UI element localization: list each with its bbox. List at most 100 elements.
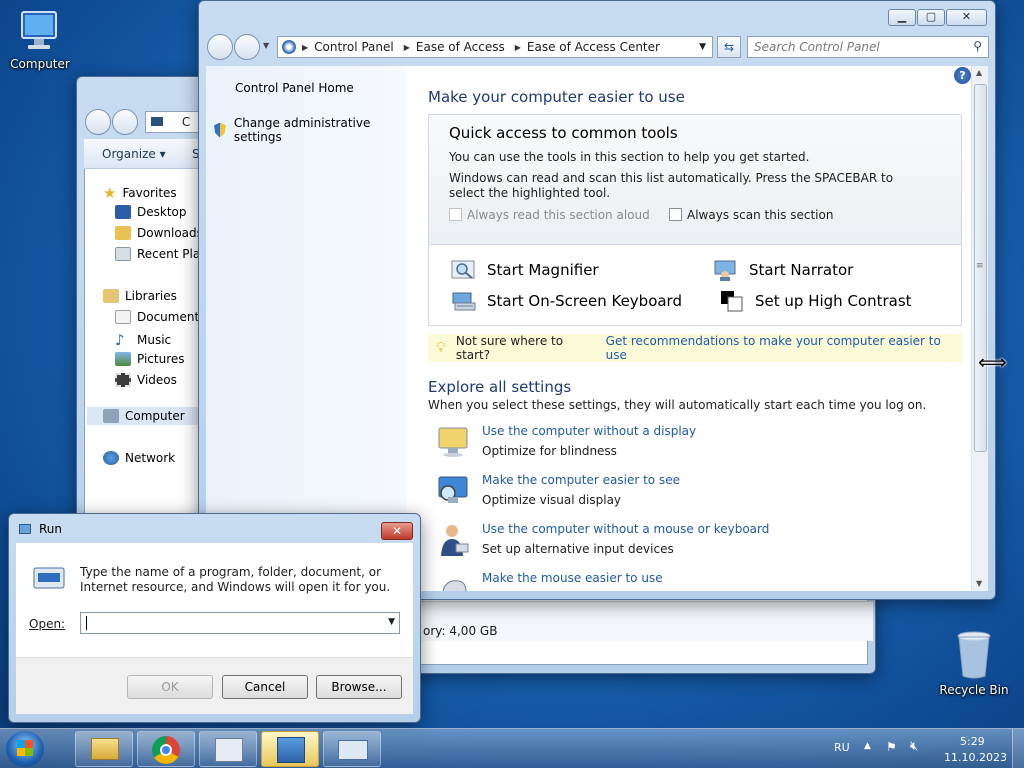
vertical-scrollbar[interactable]: ▲ ≡ ▼	[971, 66, 988, 591]
open-dropdown-icon[interactable]: ▼	[388, 617, 395, 627]
explorer-address-bar[interactable]: C	[145, 111, 205, 133]
nav-network[interactable]: Network	[103, 451, 175, 465]
setting-easier-to-see-desc: Optimize visual display	[482, 493, 622, 507]
scroll-up-icon[interactable]: ▲	[976, 68, 982, 77]
control-panel-window[interactable]: ▁ ▢ ✕ ▼ ▶ Control Panel ▶ Ease of Access…	[198, 0, 996, 600]
keyboard-icon	[452, 292, 476, 311]
address-bar[interactable]: ▶ Control Panel ▶ Ease of Access ▶ Ease …	[277, 36, 713, 58]
taskbar-chrome[interactable]	[137, 731, 195, 767]
nav-videos[interactable]: Videos	[115, 373, 177, 387]
nav-documents[interactable]: Documents	[115, 310, 205, 324]
cancel-button[interactable]: Cancel	[222, 675, 308, 699]
taskbar-task-scheduler[interactable]	[199, 731, 257, 767]
scan-section-checkbox[interactable]: Always scan this section	[669, 208, 833, 222]
nav-desktop-label: Desktop	[137, 205, 187, 219]
breadcrumb-ease-of-access-center[interactable]: Ease of Access Center	[527, 40, 660, 54]
clock-date[interactable]: 11.10.2023	[944, 751, 1007, 764]
recycle-bin-icon	[957, 631, 991, 679]
show-desktop-button[interactable]	[1012, 729, 1024, 768]
refresh-button[interactable]: ⇆	[717, 36, 741, 58]
taskbar-explorer[interactable]	[75, 731, 133, 767]
action-center-flag-icon[interactable]: ⚑	[886, 740, 897, 754]
open-input[interactable]: ▼	[80, 612, 400, 634]
address-dropdown-icon[interactable]: ▼	[699, 42, 706, 52]
clock-time[interactable]: 5:29	[960, 735, 985, 748]
language-indicator[interactable]: RU	[834, 741, 850, 754]
help-icon[interactable]: ?	[954, 67, 971, 84]
calendar-clock-icon	[215, 738, 243, 762]
quick-access-title: Quick access to common tools	[449, 124, 678, 142]
taskbar-run[interactable]	[323, 731, 381, 767]
browse-button[interactable]: Browse...	[316, 675, 402, 699]
breadcrumb-control-panel[interactable]: Control Panel	[314, 40, 394, 54]
setup-high-contrast-button[interactable]: Set up High Contrast	[719, 290, 912, 312]
explore-desc: When you select these settings, they wil…	[428, 398, 927, 412]
scroll-thumb[interactable]: ≡	[974, 84, 987, 452]
admin-settings-link[interactable]: Change administrative settings	[214, 116, 406, 144]
start-button[interactable]	[6, 731, 44, 767]
setting-without-mouse-keyboard-link[interactable]: Use the computer without a mouse or keyb…	[482, 522, 769, 536]
setting-without-display-link[interactable]: Use the computer without a display	[482, 424, 696, 438]
tray-expand-icon[interactable]: ▲	[864, 741, 871, 751]
nav-favorites[interactable]: ★ Favorites	[103, 184, 177, 202]
search-input[interactable]: Search Control Panel ⚲	[747, 36, 989, 58]
scroll-down-icon[interactable]: ▼	[976, 579, 982, 588]
volume-muted-icon[interactable]: 🔇︎	[910, 739, 918, 754]
breadcrumb-ease-of-access[interactable]: Ease of Access	[416, 40, 505, 54]
setting-mouse-easier[interactable]: Make the mouse easier to use	[436, 571, 663, 591]
uac-shield-icon	[214, 122, 226, 138]
nav-pictures[interactable]: Pictures	[115, 352, 185, 366]
cpanel-caption-buttons: ▁ ▢ ✕	[888, 9, 987, 26]
back-button[interactable]	[207, 34, 233, 60]
recommendations-link[interactable]: Get recommendations to make your compute…	[606, 334, 962, 362]
run-dialog[interactable]: Run ✕ Type the name of a program, folder…	[8, 513, 421, 723]
minimize-button[interactable]: ▁	[888, 9, 916, 26]
desktop-icon-recycle-bin[interactable]: Recycle Bin	[936, 630, 1012, 697]
setting-easier-to-see-link[interactable]: Make the computer easier to see	[482, 473, 680, 487]
nav-music[interactable]: ♪ Music	[115, 331, 171, 349]
cpanel-nav-buttons	[207, 34, 261, 60]
control-panel-home-link[interactable]: Control Panel Home	[235, 81, 354, 95]
run-close-button[interactable]: ✕	[381, 522, 413, 540]
nav-libraries[interactable]: Libraries	[103, 289, 177, 303]
setting-easier-to-see[interactable]: Make the computer easier to see Optimize…	[436, 473, 680, 513]
run-program-icon	[33, 567, 65, 589]
quick-access-scan-desc: Windows can read and scan this list auto…	[449, 171, 894, 200]
nav-downloads[interactable]: Downloads	[115, 226, 203, 240]
run-title-icon	[19, 524, 31, 534]
maximize-button[interactable]: ▢	[917, 9, 945, 26]
mouse-icon	[442, 580, 467, 591]
music-icon: ♪	[115, 331, 125, 349]
recent-pages-dropdown-icon[interactable]: ▼	[263, 41, 269, 50]
explorer-details-pane: ory: 4,00 GB	[421, 601, 873, 641]
explorer-back-button[interactable]	[85, 109, 111, 135]
search-placeholder: Search Control Panel	[754, 40, 880, 54]
ok-button[interactable]: OK	[127, 675, 213, 699]
organize-button[interactable]: Organize ▾	[102, 147, 166, 161]
explorer-forward-button[interactable]	[112, 109, 138, 135]
taskbar-control-panel[interactable]	[261, 731, 319, 767]
scan-section-label: Always scan this section	[687, 208, 834, 222]
setting-without-display[interactable]: Use the computer without a display Optim…	[436, 424, 696, 464]
setting-without-mouse-keyboard[interactable]: Use the computer without a mouse or keyb…	[436, 522, 769, 562]
setting-mouse-easier-link[interactable]: Make the mouse easier to use	[482, 571, 663, 585]
nav-music-label: Music	[137, 333, 172, 347]
nav-pictures-label: Pictures	[137, 352, 185, 366]
high-contrast-icon	[721, 291, 743, 312]
nav-computer[interactable]: Computer	[87, 407, 205, 425]
start-onscreen-keyboard-button[interactable]: Start On-Screen Keyboard	[451, 290, 682, 312]
documents-icon	[115, 310, 131, 324]
forward-button[interactable]	[234, 34, 260, 60]
read-aloud-checkbox[interactable]: Always read this section aloud	[449, 208, 650, 222]
search-icon: ⚲	[973, 39, 982, 53]
close-button[interactable]: ✕	[946, 9, 987, 26]
read-aloud-checkbox-box	[449, 208, 462, 221]
run-taskbar-icon	[338, 740, 368, 760]
start-narrator-button[interactable]: Start Narrator	[713, 259, 853, 281]
start-magnifier-button[interactable]: Start Magnifier	[451, 259, 599, 281]
desktop-icon-computer-label: Computer	[10, 57, 70, 71]
scan-section-checkbox-box	[669, 208, 682, 221]
nav-desktop[interactable]: Desktop	[115, 205, 187, 219]
admin-settings-label: Change administrative settings	[233, 116, 371, 144]
desktop-icon-computer[interactable]: Computer	[2, 10, 78, 71]
